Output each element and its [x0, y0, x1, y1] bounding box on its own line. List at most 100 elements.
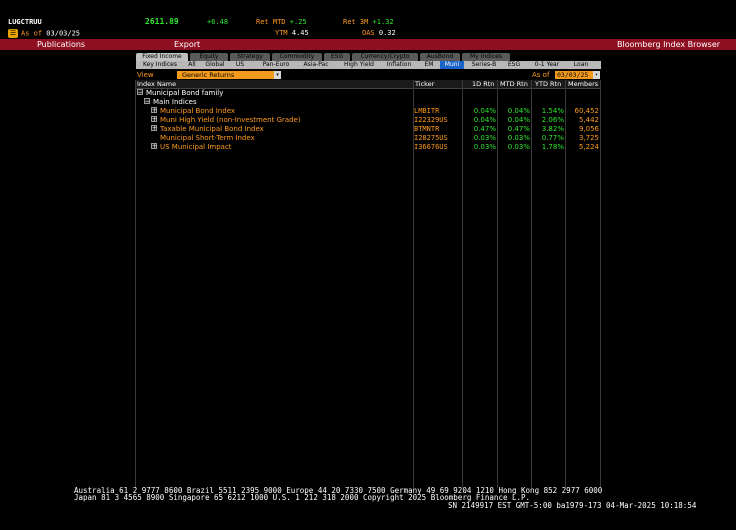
group-row[interactable]: − Main Indices [136, 98, 601, 107]
index-ticker: I22329US [414, 116, 448, 124]
rtn-mtd: 0.47% [507, 125, 530, 133]
table-row[interactable]: + Muni High Yield (non-Investment Grade)… [136, 116, 601, 125]
table-asof-input[interactable]: 03/03/25 ▾ [555, 71, 600, 79]
rtn-1d: 0.03% [473, 143, 496, 151]
notes-icon[interactable]: ☰ [8, 29, 18, 38]
index-name[interactable]: Municipal Bond Index [160, 107, 235, 116]
family-row[interactable]: − Municipal Bond family [136, 89, 601, 98]
asof-row: ☰ As of 03/03/25 [8, 29, 80, 38]
family-name: Municipal Bond family [146, 89, 224, 97]
security-ticker: LUGCTRUU [8, 18, 42, 26]
table-row[interactable]: + Taxable Municipal Bond Index BTMNTR 0.… [136, 125, 601, 134]
index-change: +6.48 [207, 18, 229, 26]
subtab-muni[interactable]: Muni [440, 61, 464, 69]
col-ytd-rtn[interactable]: YTD Rtn [535, 80, 561, 88]
table-asof-label: As of [532, 71, 550, 79]
ret-3m-group: Ret 3M +1.32 [343, 18, 394, 26]
oas-label: OAS [362, 29, 375, 37]
index-name[interactable]: Municipal Short-Term Index [160, 134, 255, 143]
col-ticker[interactable]: Ticker [415, 80, 434, 88]
tab-fixed-income[interactable]: Fixed Income [136, 53, 188, 61]
footer-session-info: SN 2149917 EST GMT-5:00 ba1979-173 04-Ma… [448, 501, 697, 510]
table-row[interactable]: + Municipal Bond Index LMBITR 0.04% 0.04… [136, 107, 601, 116]
tab-commodity[interactable]: Commodity [272, 53, 322, 61]
index-name[interactable]: Taxable Municipal Bond Index [160, 125, 264, 134]
asof-date: 03/03/25 [46, 29, 81, 38]
subtab-em[interactable]: EM [420, 61, 438, 69]
index-ticker: I36676US [414, 143, 448, 151]
rtn-1d: 0.03% [473, 134, 496, 142]
oas-value: 0.32 [378, 29, 396, 37]
ret-mtd-label: Ret MTD [256, 18, 286, 26]
members-count: 60,452 [574, 107, 600, 115]
ret-3m-value: +1.32 [372, 18, 394, 26]
members-count: 5,224 [578, 143, 599, 151]
group-name: Main Indices [153, 98, 197, 106]
table-row[interactable]: + US Municipal Impact I36676US 0.03% 0.0… [136, 143, 601, 152]
tab-ausbond[interactable]: AusBond [420, 53, 460, 61]
rtn-mtd: 0.03% [507, 143, 530, 151]
rtn-1d: 0.47% [473, 125, 496, 133]
view-dropdown[interactable]: Generic Returns ▾ [177, 71, 281, 79]
subtab-global[interactable]: Global [202, 61, 228, 69]
index-ticker: I28275US [414, 134, 448, 142]
subtab-esg[interactable]: ESG [504, 61, 524, 69]
tab-equity[interactable]: Equity [190, 53, 228, 61]
ytm-group: YTM 4.45 [275, 29, 309, 37]
export-menu[interactable]: Export [174, 40, 200, 49]
subtab-key-indices[interactable]: Key Indices [138, 61, 182, 69]
subtab-0-1-year[interactable]: 0-1 Year [528, 61, 566, 69]
index-name[interactable]: US Municipal Impact [160, 143, 232, 152]
rtn-ytd: 1.78% [541, 143, 564, 151]
tab-strategy[interactable]: Strategy [230, 53, 270, 61]
ret-mtd-value: +.25 [289, 18, 307, 26]
rtn-mtd: 0.04% [507, 107, 530, 115]
subtab-asia-pac[interactable]: Asia-Pac [298, 61, 334, 69]
publications-menu[interactable]: Publications [37, 40, 85, 49]
table-row[interactable]: Municipal Short-Term Index I28275US 0.03… [136, 134, 601, 143]
rtn-ytd: 1.54% [541, 107, 564, 115]
rtn-1d: 0.04% [473, 107, 496, 115]
members-count: 5,442 [578, 116, 599, 124]
subtab-pan-euro[interactable]: Pan-Euro [258, 61, 294, 69]
rtn-ytd: 2.06% [541, 116, 564, 124]
table-asof-value: 03/03/25 [557, 71, 589, 79]
col-1d-rtn[interactable]: 1D Rtn [472, 80, 494, 88]
col-mtd-rtn[interactable]: MTD Rtn [500, 80, 528, 88]
menu-bar: Publications Export Bloomberg Index Brow… [0, 39, 736, 50]
app-title: Bloomberg Index Browser [617, 40, 721, 49]
ret-mtd-group: Ret MTD +.25 [256, 18, 307, 26]
ytm-value: 4.45 [291, 29, 309, 37]
index-name[interactable]: Muni High Yield (non-Investment Grade) [160, 116, 301, 125]
index-ticker: LMBITR [414, 107, 440, 115]
rtn-mtd: 0.04% [507, 116, 530, 124]
subtab-all[interactable]: All [184, 61, 200, 69]
subtab-bar: Key Indices All Global US Pan-Euro Asia-… [136, 61, 601, 69]
subtab-series-b[interactable]: Series-B [468, 61, 500, 69]
ytm-label: YTM [275, 29, 288, 37]
chevron-down-icon[interactable]: ▾ [274, 71, 281, 79]
oas-group: OAS 0.32 [362, 29, 396, 37]
ret-3m-label: Ret 3M [343, 18, 369, 26]
subtab-loan[interactable]: Loan [570, 61, 592, 69]
index-ticker: BTMNTR [414, 125, 440, 133]
calendar-dropdown-icon[interactable]: ▾ [593, 71, 600, 79]
asof-label: As of [21, 29, 43, 38]
rtn-ytd: 0.77% [541, 134, 564, 142]
rtn-mtd: 0.03% [507, 134, 530, 142]
members-count: 3,725 [578, 134, 599, 142]
members-count: 9,056 [578, 125, 599, 133]
col-index-name[interactable]: Index Name [137, 80, 176, 88]
tab-esg[interactable]: ESG [324, 53, 350, 61]
subtab-inflation[interactable]: Inflation [382, 61, 416, 69]
rtn-1d: 0.04% [473, 116, 496, 124]
subtab-high-yield[interactable]: High Yield [340, 61, 378, 69]
view-dropdown-value: Generic Returns [182, 71, 235, 79]
col-members[interactable]: Members [568, 80, 598, 88]
tab-currency-crypto[interactable]: Currency/Crypto [352, 53, 418, 61]
view-label: View [137, 71, 154, 79]
index-price: 2611.89 [145, 17, 179, 26]
subtab-us[interactable]: US [232, 61, 248, 69]
tab-my-indices[interactable]: My Indices [462, 53, 510, 61]
rtn-ytd: 3.82% [541, 125, 564, 133]
